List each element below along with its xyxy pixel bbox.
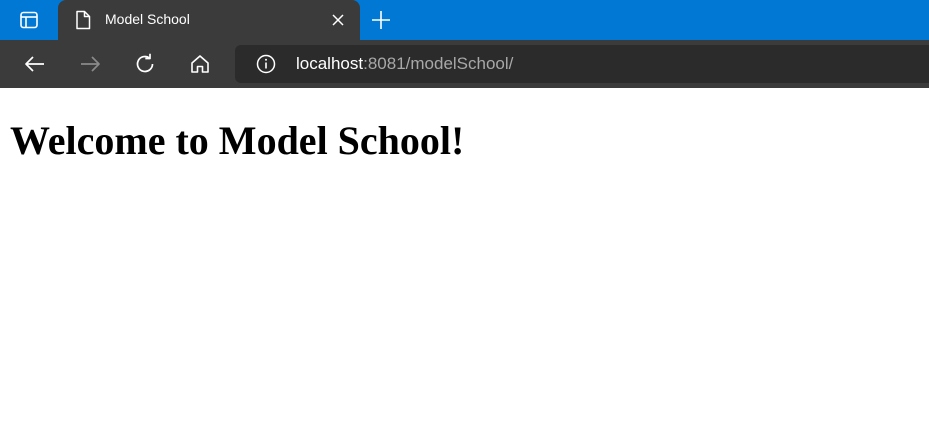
forward-arrow-icon[interactable]	[78, 52, 102, 76]
refresh-icon[interactable]	[133, 52, 157, 76]
tab-actions-button[interactable]	[0, 0, 58, 40]
tab-strip: Model School	[0, 0, 929, 40]
home-icon[interactable]	[188, 52, 212, 76]
address-bar[interactable]: localhost:8081/modelSchool/	[235, 45, 929, 83]
info-icon[interactable]	[256, 54, 276, 74]
tab-title: Model School	[105, 11, 190, 27]
url-path: :8081/modelSchool/	[363, 54, 514, 73]
page-icon	[76, 10, 91, 30]
back-arrow-icon[interactable]	[23, 52, 47, 76]
url-host: localhost	[296, 54, 364, 73]
plus-icon[interactable]	[370, 9, 392, 31]
page-title: Welcome to Model School!	[10, 118, 465, 163]
url-text[interactable]: localhost:8081/modelSchool/	[296, 54, 513, 74]
close-icon[interactable]	[330, 12, 346, 28]
tab-model-school[interactable]: Model School	[58, 0, 360, 40]
tab-actions-icon	[20, 11, 38, 29]
page-content: Welcome to Model School!	[0, 88, 929, 446]
